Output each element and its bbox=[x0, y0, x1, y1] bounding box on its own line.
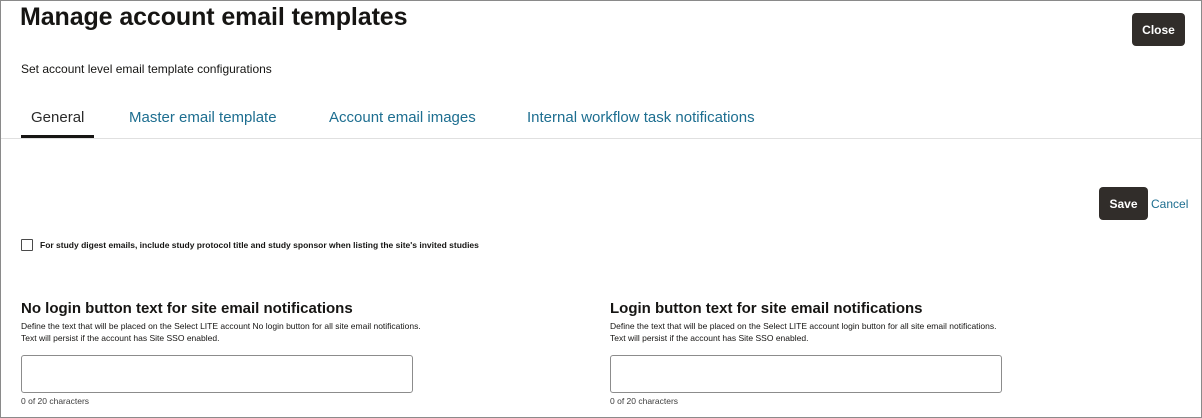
tab-account-email-images[interactable]: Account email images bbox=[329, 101, 476, 138]
no-login-char-count: 0 of 20 characters bbox=[21, 396, 90, 406]
login-section-description: Define the text that will be placed on t… bbox=[610, 321, 997, 343]
tab-internal-workflow-task-notifications[interactable]: Internal workflow task notifications bbox=[527, 101, 755, 138]
digest-option-label[interactable]: For study digest emails, include study p… bbox=[40, 240, 479, 250]
tab-bar: General Master email template Account em… bbox=[1, 101, 1201, 139]
no-login-button-text-input[interactable] bbox=[21, 355, 413, 393]
no-login-section-title: No login button text for site email noti… bbox=[21, 300, 353, 317]
no-login-button-section: No login button text for site email noti… bbox=[21, 300, 421, 406]
login-char-count: 0 of 20 characters bbox=[610, 396, 679, 406]
no-login-section-description: Define the text that will be placed on t… bbox=[21, 321, 421, 343]
login-section-title: Login button text for site email notific… bbox=[610, 300, 923, 317]
cancel-link[interactable]: Cancel bbox=[1151, 197, 1188, 211]
save-button[interactable]: Save bbox=[1099, 187, 1148, 220]
page-title: Manage account email templates bbox=[20, 3, 408, 31]
page-subtitle: Set account level email template configu… bbox=[21, 62, 272, 76]
tab-general[interactable]: General bbox=[20, 101, 95, 138]
tab-master-email-template[interactable]: Master email template bbox=[129, 101, 277, 138]
login-button-text-input[interactable] bbox=[610, 355, 1002, 393]
digest-option-row: For study digest emails, include study p… bbox=[21, 239, 479, 251]
digest-option-checkbox[interactable] bbox=[21, 239, 33, 251]
close-button[interactable]: Close bbox=[1132, 13, 1185, 46]
login-button-section: Login button text for site email notific… bbox=[610, 300, 1010, 406]
email-templates-page: Manage account email templates Close Set… bbox=[0, 0, 1202, 418]
